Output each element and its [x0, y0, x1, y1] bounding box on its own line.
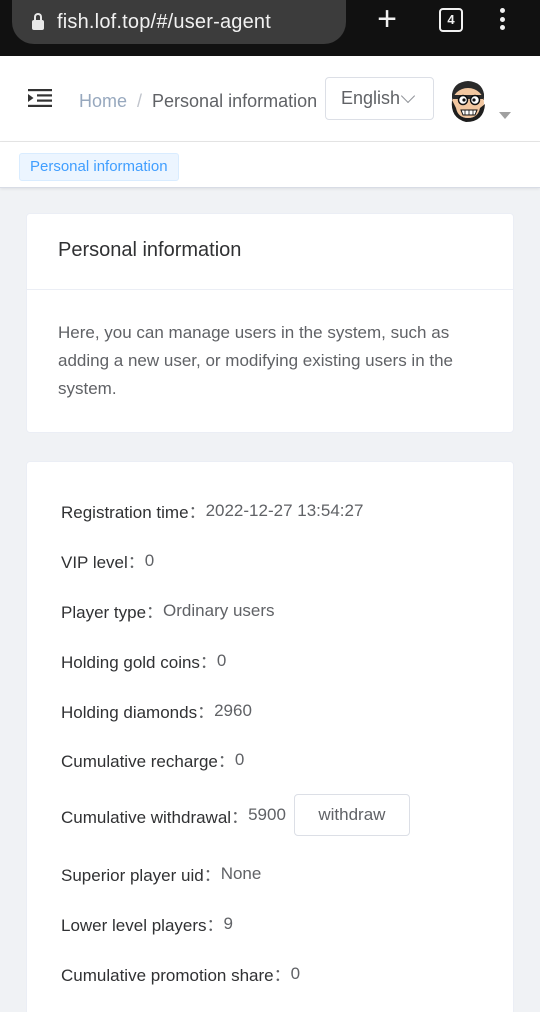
language-selector[interactable]: English — [325, 77, 434, 120]
info-value: 0 — [234, 749, 245, 769]
info-value: 0 — [216, 650, 227, 670]
info-row-superior-uid: Superior player uid None — [61, 861, 261, 886]
language-label: English — [341, 88, 401, 108]
info-row-player-type: Player type Ordinary users — [61, 598, 275, 623]
info-row-diamonds: Holding diamonds 2960 — [61, 698, 252, 723]
info-label: Cumulative recharge — [61, 747, 235, 772]
browser-chrome: fish.lof.top/#/user-agent + 4 — [0, 0, 540, 56]
info-row-promotion-share: Cumulative promotion share 0 — [61, 961, 300, 986]
breadcrumb-separator: / — [137, 91, 143, 111]
info-value: Ordinary users — [163, 600, 275, 620]
chevron-down-icon — [400, 88, 416, 103]
info-value: 0 — [144, 550, 155, 570]
info-row-gold-coins: Holding gold coins 0 — [61, 648, 226, 673]
info-label: Player type — [61, 598, 163, 623]
tab-switcher-button[interactable]: 4 — [439, 8, 463, 32]
info-label: Lower level players — [61, 911, 224, 936]
info-row-vip-level: VIP level 0 — [61, 548, 154, 573]
breadcrumb: Home / Personal information — [79, 91, 325, 112]
tags-view: Personal information — [0, 142, 540, 188]
profile-card: Registration time 2022-12-27 13:54:27 VI… — [26, 461, 514, 1012]
info-row-lower-level-players: Lower level players 9 — [61, 911, 233, 936]
hamburger-icon[interactable] — [28, 89, 52, 107]
avatar-icon[interactable] — [444, 78, 490, 124]
info-row-cumulative-recharge: Cumulative recharge 0 — [61, 747, 244, 772]
intro-card: Personal information Here, you can manag… — [26, 213, 514, 433]
info-label: Registration time — [61, 498, 206, 523]
plus-icon[interactable]: + — [374, 2, 400, 36]
breadcrumb-home[interactable]: Home — [79, 91, 127, 111]
info-row-registration-time: Registration time 2022-12-27 13:54:27 — [61, 498, 363, 523]
breadcrumb-current: Personal information — [152, 91, 318, 111]
info-value: 2960 — [214, 700, 252, 720]
address-bar[interactable]: fish.lof.top/#/user-agent — [12, 0, 346, 44]
info-value: 9 — [223, 913, 233, 933]
card-description: Here, you can manage users in the system… — [58, 323, 454, 398]
caret-down-icon[interactable] — [499, 112, 511, 119]
tag-personal-information[interactable]: Personal information — [19, 153, 179, 181]
kebab-menu-icon[interactable] — [496, 8, 508, 34]
info-value: 2022-12-27 13:54:27 — [205, 500, 364, 520]
lock-icon — [32, 12, 44, 30]
info-label: Holding gold coins — [61, 648, 217, 673]
url-text: fish.lof.top/#/user-agent — [57, 10, 272, 33]
info-label: Holding diamonds — [61, 698, 214, 723]
navbar: Home / Personal information English — [0, 56, 540, 142]
info-value: None — [220, 863, 262, 883]
info-label: Cumulative promotion share — [61, 961, 291, 986]
info-label: Superior player uid — [61, 861, 221, 886]
info-label: VIP level — [61, 548, 145, 573]
info-value: 5900 — [248, 805, 286, 824]
info-value: 0 — [290, 963, 301, 983]
info-label: Cumulative withdrawal — [61, 803, 248, 828]
withdraw-button[interactable]: withdraw — [293, 794, 410, 836]
info-row-cumulative-withdrawal: Cumulative withdrawal 5900 withdraw — [61, 794, 410, 836]
card-title: Personal information — [27, 214, 513, 290]
